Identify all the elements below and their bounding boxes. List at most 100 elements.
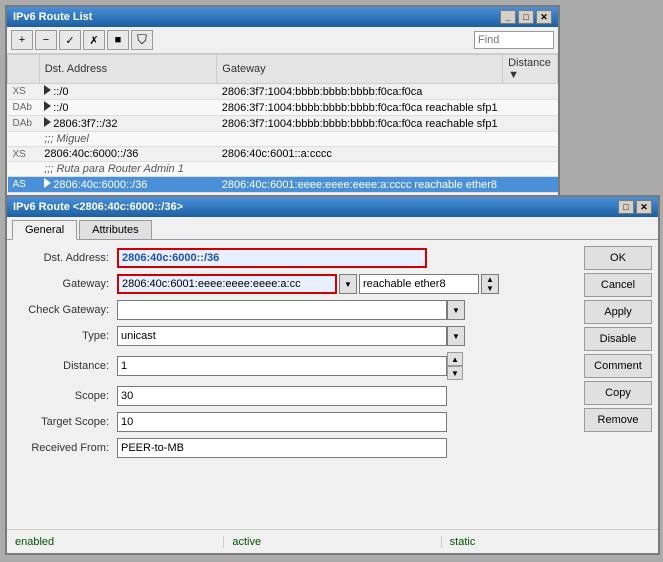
- row-flag: DAb: [8, 116, 40, 132]
- check-gateway-label: Check Gateway:: [17, 304, 117, 316]
- row-gateway: 2806:3f7:1004:bbbb:bbbb:bbbb:f0ca:f0ca r…: [217, 116, 503, 132]
- arrow-icon: [44, 101, 51, 111]
- distance-down-btn[interactable]: ▼: [447, 366, 463, 380]
- target-scope-label: Target Scope:: [17, 416, 117, 428]
- tab-general[interactable]: General: [12, 220, 77, 240]
- detail-minimize-btn[interactable]: □: [618, 200, 634, 214]
- distance-up-btn[interactable]: ▲: [447, 352, 463, 366]
- delete-btn[interactable]: −: [35, 30, 57, 50]
- row-distance: [503, 147, 558, 162]
- arrow-icon: [44, 85, 51, 95]
- received-from-row: Received From:: [17, 438, 568, 458]
- table-row[interactable]: DAb 2806:3f7::/32 2806:3f7:1004:bbbb:bbb…: [8, 116, 558, 132]
- form-area: Dst. Address: Gateway: ▼ ▲▼ Check Gatewa…: [7, 240, 578, 546]
- route-table: Dst. Address Gateway Distance ▼ XS ::/0 …: [7, 54, 558, 193]
- status-bar: enabled active static: [7, 529, 658, 553]
- filter-btn[interactable]: ⛉: [131, 30, 153, 50]
- row-flag: AS: [8, 177, 40, 193]
- row-distance: [503, 177, 558, 193]
- route-list-controls: _ □ ✕: [500, 10, 552, 24]
- received-from-label: Received From:: [17, 442, 117, 454]
- arrow-icon: [44, 178, 51, 188]
- gateway-label: Gateway:: [17, 278, 117, 290]
- maximize-btn[interactable]: □: [518, 10, 534, 24]
- copy-item-btn[interactable]: ■: [107, 30, 129, 50]
- table-row[interactable]: ;;; Miguel: [8, 132, 558, 147]
- route-list-window: IPv6 Route List _ □ ✕ + − ✓ ✗ ■ ⛉ Dst. A…: [5, 5, 560, 220]
- search-input[interactable]: [474, 31, 554, 49]
- route-detail-title: IPv6 Route <2806:40c:6000::/36>: [13, 201, 183, 213]
- route-list-toolbar: + − ✓ ✗ ■ ⛉: [7, 27, 558, 54]
- check-btn[interactable]: ✓: [59, 30, 81, 50]
- row-flag: [8, 162, 40, 177]
- route-detail-controls: □ ✕: [618, 200, 652, 214]
- received-from-input[interactable]: [117, 438, 447, 458]
- dst-label: Dst. Address:: [17, 252, 117, 264]
- row-dst: ::/0: [39, 100, 217, 116]
- row-flag: [8, 132, 40, 147]
- ok-button[interactable]: OK: [584, 246, 652, 270]
- gateway-input[interactable]: [117, 274, 337, 294]
- status-active: active: [224, 536, 441, 548]
- row-gateway: 2806:3f7:1004:bbbb:bbbb:bbbb:f0ca:f0ca: [217, 84, 503, 100]
- check-gateway-dropdown[interactable]: ▼: [447, 300, 465, 320]
- cross-btn[interactable]: ✗: [83, 30, 105, 50]
- row-dst: 2806:40c:6000::/36: [39, 147, 217, 162]
- minimize-btn[interactable]: _: [500, 10, 516, 24]
- table-row[interactable]: DAb ::/0 2806:3f7:1004:bbbb:bbbb:bbbb:f0…: [8, 100, 558, 116]
- row-dst: 2806:40c:6000::/36: [39, 177, 217, 193]
- gateway-input-group: ▼ ▲▼: [117, 274, 499, 294]
- distance-input[interactable]: [117, 356, 447, 376]
- detail-close-btn[interactable]: ✕: [636, 200, 652, 214]
- row-distance: [503, 84, 558, 100]
- tab-attributes[interactable]: Attributes: [79, 220, 151, 239]
- check-gateway-row: Check Gateway: ▼: [17, 300, 568, 320]
- add-btn[interactable]: +: [11, 30, 33, 50]
- disable-button[interactable]: Disable: [584, 327, 652, 351]
- dst-address-row: Dst. Address:: [17, 248, 568, 268]
- check-gateway-input[interactable]: [117, 300, 447, 320]
- row-flag: XS: [8, 147, 40, 162]
- gateway-dropdown-btn[interactable]: ▼: [339, 274, 357, 294]
- row-dst: ::/0: [39, 84, 217, 100]
- table-row[interactable]: AS 2806:40c:6000::/36 2806:40c:6001:eeee…: [8, 177, 558, 193]
- row-flag: DAb: [8, 100, 40, 116]
- row-gateway: 2806:40c:6001:eeee:eeee:eeee:a:cccc reac…: [217, 177, 503, 193]
- col-gateway[interactable]: Gateway: [217, 55, 503, 84]
- cancel-button[interactable]: Cancel: [584, 273, 652, 297]
- route-list-title: IPv6 Route List: [13, 11, 92, 23]
- copy-button[interactable]: Copy: [584, 381, 652, 405]
- distance-label: Distance:: [17, 360, 117, 372]
- table-row[interactable]: ;;; Ruta para Router Admin 1: [8, 162, 558, 177]
- arrow-icon: [44, 117, 51, 127]
- comment-button[interactable]: Comment: [584, 354, 652, 378]
- col-dst[interactable]: Dst. Address: [39, 55, 217, 84]
- scope-input[interactable]: [117, 386, 447, 406]
- type-input[interactable]: [117, 326, 447, 346]
- distance-row: Distance: ▲ ▼: [17, 352, 568, 380]
- row-flag: XS: [8, 84, 40, 100]
- table-row[interactable]: XS ::/0 2806:3f7:1004:bbbb:bbbb:bbbb:f0c…: [8, 84, 558, 100]
- col-distance[interactable]: Distance ▼: [503, 55, 558, 84]
- row-comment: ;;; Miguel: [39, 132, 557, 147]
- apply-button[interactable]: Apply: [584, 300, 652, 324]
- row-dst: 2806:3f7::/32: [39, 116, 217, 132]
- row-gateway: 2806:40c:6001::a:cccc: [217, 147, 503, 162]
- side-buttons-panel: OK Cancel Apply Disable Comment Copy Rem…: [578, 240, 658, 546]
- target-scope-row: Target Scope:: [17, 412, 568, 432]
- table-row[interactable]: XS 2806:40c:6000::/36 2806:40c:6001::a:c…: [8, 147, 558, 162]
- scope-row: Scope:: [17, 386, 568, 406]
- route-detail-titlebar: IPv6 Route <2806:40c:6000::/36> □ ✕: [7, 197, 658, 217]
- type-label: Type:: [17, 330, 117, 342]
- close-btn[interactable]: ✕: [536, 10, 552, 24]
- col-flag: [8, 55, 40, 84]
- dst-address-input[interactable]: [117, 248, 427, 268]
- gateway-text2-dropdown[interactable]: ▲▼: [481, 274, 499, 294]
- type-dropdown[interactable]: ▼: [447, 326, 465, 346]
- remove-button[interactable]: Remove: [584, 408, 652, 432]
- detail-content: Dst. Address: Gateway: ▼ ▲▼ Check Gatewa…: [7, 240, 658, 546]
- status-type: static: [442, 536, 658, 548]
- gateway-text2[interactable]: [359, 274, 479, 294]
- scope-label: Scope:: [17, 390, 117, 402]
- target-scope-input[interactable]: [117, 412, 447, 432]
